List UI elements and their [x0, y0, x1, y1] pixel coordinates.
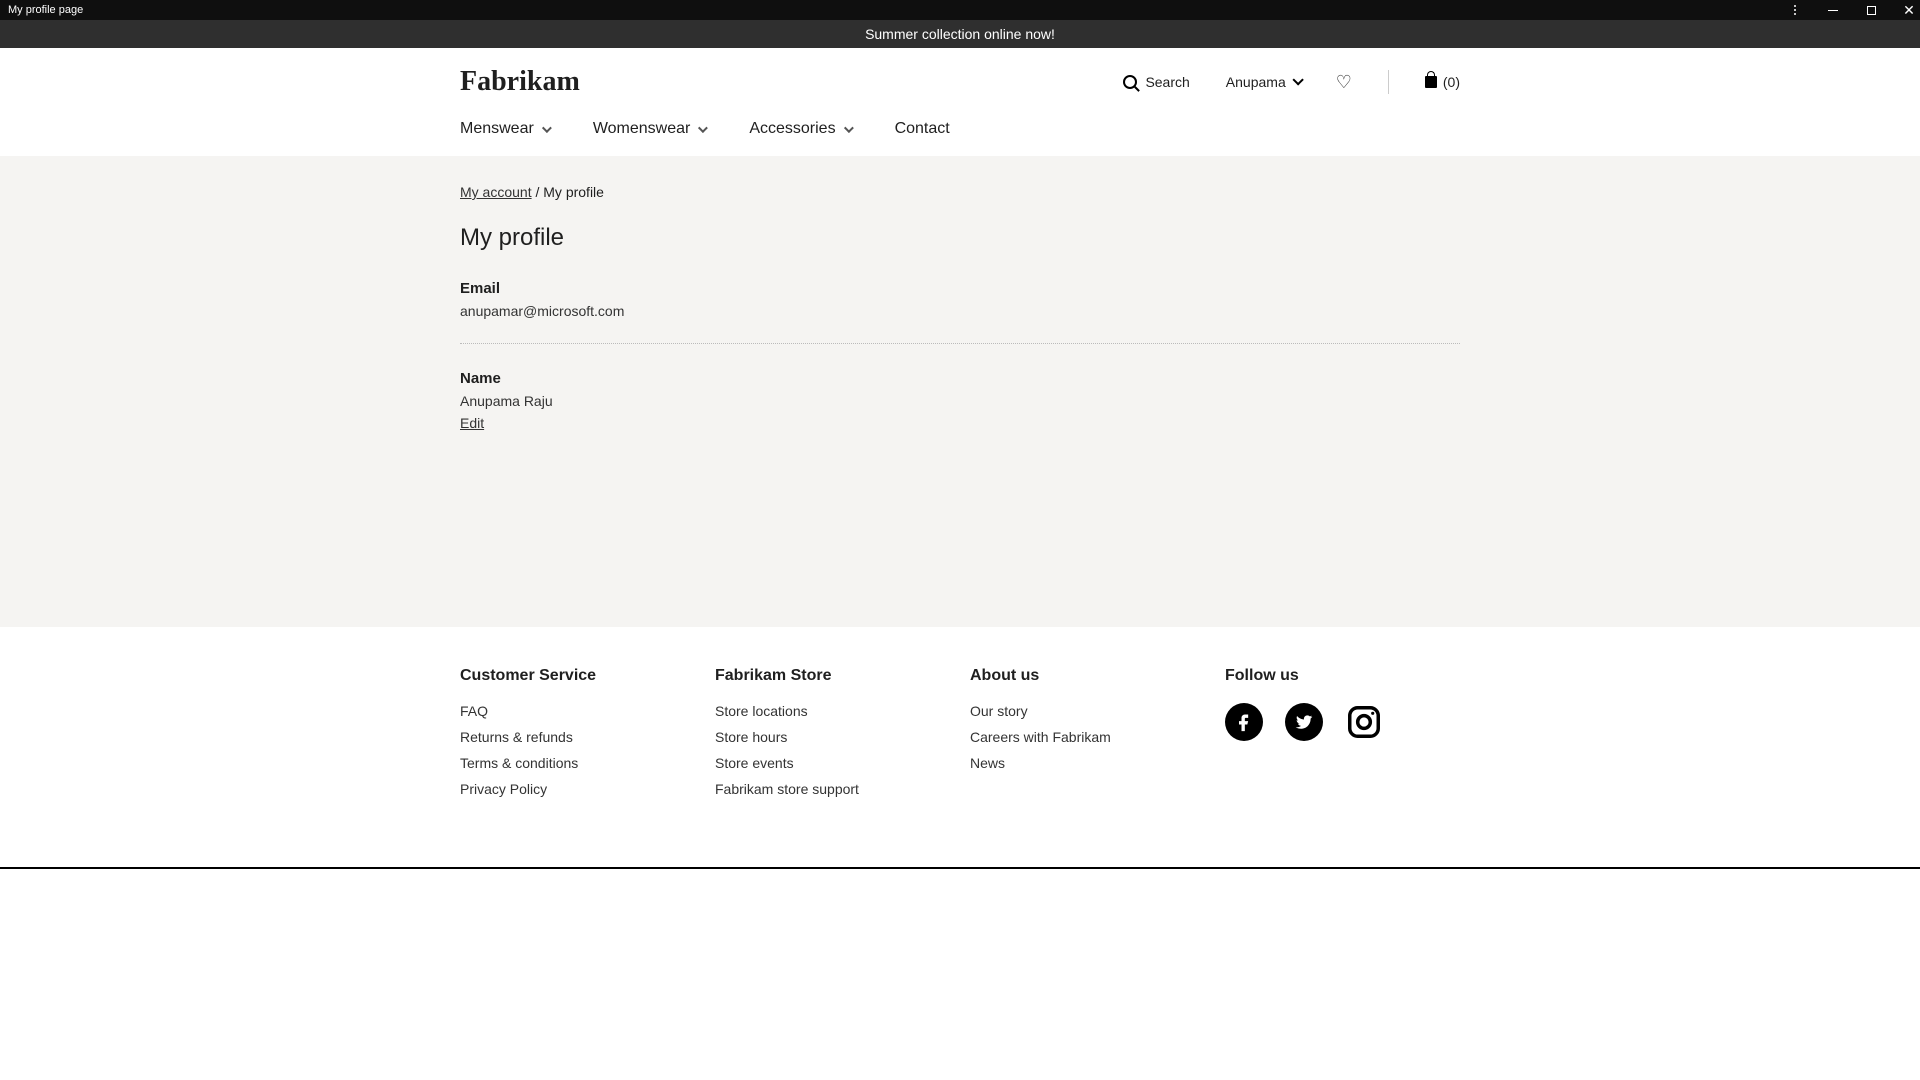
nav-label: Menswear — [460, 120, 534, 138]
search-label: Search — [1145, 74, 1189, 90]
breadcrumb: My account / My profile — [460, 184, 1460, 200]
footer-link-support[interactable]: Fabrikam store support — [715, 781, 950, 797]
breadcrumb-separator: / — [532, 184, 544, 200]
search-button[interactable]: Search — [1123, 74, 1189, 90]
name-label: Name — [460, 370, 1460, 387]
edit-name-link[interactable]: Edit — [460, 415, 484, 431]
window-controls: ✕ — [1788, 3, 1916, 17]
breadcrumb-current: My profile — [543, 184, 604, 200]
site-footer: Customer Service FAQ Returns & refunds T… — [0, 627, 1920, 867]
chevron-down-icon — [542, 123, 552, 133]
breadcrumb-my-account[interactable]: My account — [460, 184, 532, 200]
site-header: Fabrikam Search Anupama ♡ (0) Menswear W… — [460, 48, 1460, 156]
footer-customer-service: Customer Service FAQ Returns & refunds T… — [460, 667, 695, 807]
footer-store: Fabrikam Store Store locations Store hou… — [715, 667, 950, 807]
chevron-down-icon — [698, 123, 708, 133]
bottom-border — [0, 867, 1920, 869]
nav-label: Accessories — [749, 120, 835, 138]
nav-menswear[interactable]: Menswear — [460, 120, 549, 138]
footer-link-news[interactable]: News — [970, 755, 1205, 771]
footer-follow: Follow us — [1225, 667, 1460, 807]
nav-label: Contact — [895, 120, 950, 138]
cart-button[interactable]: (0) — [1425, 74, 1460, 90]
footer-link-locations[interactable]: Store locations — [715, 703, 950, 719]
cart-count: (0) — [1443, 74, 1460, 90]
footer-link-faq[interactable]: FAQ — [460, 703, 695, 719]
footer-link-returns[interactable]: Returns & refunds — [460, 729, 695, 745]
email-label: Email — [460, 280, 1460, 297]
email-value: anupamar@microsoft.com — [460, 303, 1460, 319]
window-titlebar: My profile page ✕ — [0, 0, 1920, 20]
footer-heading: Follow us — [1225, 667, 1460, 685]
chevron-down-icon — [1292, 74, 1303, 85]
footer-heading: About us — [970, 667, 1205, 685]
facebook-icon[interactable] — [1225, 703, 1263, 741]
instagram-icon[interactable] — [1345, 703, 1383, 741]
announcement-banner: Summer collection online now! — [0, 20, 1920, 48]
bag-icon — [1425, 76, 1437, 88]
chevron-down-icon — [844, 123, 854, 133]
nav-womenswear[interactable]: Womenswear — [593, 120, 706, 138]
divider — [1388, 70, 1389, 94]
nav-contact[interactable]: Contact — [895, 120, 950, 138]
footer-link-story[interactable]: Our story — [970, 703, 1205, 719]
footer-about: About us Our story Careers with Fabrikam… — [970, 667, 1205, 807]
email-section: Email anupamar@microsoft.com — [460, 280, 1460, 335]
footer-link-events[interactable]: Store events — [715, 755, 950, 771]
minimize-button[interactable] — [1826, 3, 1840, 17]
footer-link-terms[interactable]: Terms & conditions — [460, 755, 695, 771]
main-content: My account / My profile My profile Email… — [0, 156, 1920, 627]
header-actions: Search Anupama ♡ (0) — [1123, 70, 1460, 94]
site-logo[interactable]: Fabrikam — [460, 66, 580, 98]
footer-link-careers[interactable]: Careers with Fabrikam — [970, 729, 1205, 745]
section-divider — [460, 343, 1460, 344]
search-icon — [1123, 75, 1137, 89]
footer-heading: Fabrikam Store — [715, 667, 950, 685]
account-name: Anupama — [1226, 74, 1286, 90]
wishlist-button[interactable]: ♡ — [1336, 72, 1352, 93]
window-title: My profile page — [8, 4, 83, 16]
nav-label: Womenswear — [593, 120, 691, 138]
nav-accessories[interactable]: Accessories — [749, 120, 850, 138]
account-menu[interactable]: Anupama — [1226, 74, 1300, 90]
twitter-icon[interactable] — [1285, 703, 1323, 741]
name-value: Anupama Raju — [460, 393, 1460, 409]
main-nav: Menswear Womenswear Accessories Contact — [460, 98, 1460, 156]
footer-link-hours[interactable]: Store hours — [715, 729, 950, 745]
name-section: Name Anupama Raju Edit — [460, 370, 1460, 447]
footer-link-privacy[interactable]: Privacy Policy — [460, 781, 695, 797]
close-button[interactable]: ✕ — [1902, 3, 1916, 17]
footer-heading: Customer Service — [460, 667, 695, 685]
more-icon[interactable] — [1788, 3, 1802, 17]
page-title: My profile — [460, 224, 1460, 252]
maximize-button[interactable] — [1864, 3, 1878, 17]
